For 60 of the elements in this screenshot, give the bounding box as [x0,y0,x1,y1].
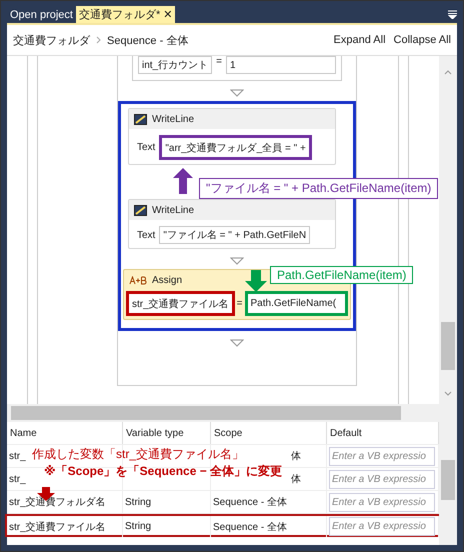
field-label: Text [137,230,156,240]
table-cell-text: str_交通費ファイル名 [9,520,106,534]
equals-sign: = [236,298,243,309]
assign-activity[interactable]: int_行カウント = 1 [132,56,342,81]
table-cell-text: 体 [291,473,301,486]
table-cell: String [125,496,152,508]
annotation-text: ※「Scope」を「Sequence − 全体」に変更 [44,463,282,480]
table-cell-text: 体 [291,450,301,463]
vertical-scrollbar[interactable] [439,422,457,545]
document-tab[interactable]: 交通費フォルダ* ✕ [76,6,176,23]
table-cell: String [125,521,152,532]
variable-field[interactable]: str_交通費ファイル名 [126,291,235,316]
toolbar-link[interactable]: Expand All [334,34,386,46]
default-field[interactable]: Enter a VB expressio [329,517,435,536]
scroll-thumb[interactable] [11,406,401,420]
drop-arrow-icon [230,89,244,97]
writeline-activity[interactable]: WriteLine Text "arr_交通費フォルダ_全員 = " + [128,108,336,165]
variable-field[interactable]: int_行カウント [138,56,212,74]
text-field[interactable]: "ファイル名 = " + Path.GetFileN [159,226,310,244]
breadcrumb-item[interactable]: 交通費フォルダ [13,32,90,48]
scroll-thumb[interactable] [441,322,455,370]
chevron-icon [96,36,101,44]
field-label: Text [137,142,156,153]
writeline-icon [134,204,147,216]
drop-arrow-icon [230,257,244,265]
activity-title: WriteLine [152,114,194,124]
value-field[interactable]: 1 [226,56,336,74]
writeline-activity[interactable]: WriteLine Text "ファイル名 = " + Path.GetFileN [128,199,336,249]
value-field[interactable]: Path.GetFileName( [244,291,348,316]
toolbar-link[interactable]: Collapse All [394,34,451,46]
default-field[interactable]: Enter a VB expressio [329,470,435,488]
equals-sign: = [216,56,222,67]
column-header[interactable]: Variable type [123,422,211,444]
default-field[interactable]: Enter a VB expressio [329,492,435,512]
table-cell: str_ [9,474,26,484]
scroll-down-icon[interactable] [444,391,452,396]
scroll-thumb[interactable] [441,460,455,500]
breadcrumb-item[interactable]: Sequence - 全体 [107,32,188,48]
column-header[interactable]: Scope [211,422,327,444]
assign-icon [129,276,147,284]
document-tab[interactable]: Open project [7,6,76,23]
column-header[interactable]: Name [7,422,123,444]
scroll-up-icon[interactable] [444,70,452,75]
table-cell: str_ [9,450,26,462]
down-arrow [245,270,267,292]
vertical-scrollbar[interactable] [439,56,457,404]
table-cell-text: Sequence - 全体 [213,496,287,509]
text-field[interactable]: "arr_交通費フォルダ_全員 = " + [159,135,312,160]
dropdown-icon[interactable] [448,10,457,19]
activity-title: WriteLine [152,204,194,216]
activity-title: Assign [152,274,182,286]
drop-arrow-icon [230,339,244,347]
callout-label: Path.GetFileName(item) [270,266,414,284]
callout-label: "ファイル名 = " + Path.GetFileName(item) [199,178,438,199]
writeline-icon [134,114,147,124]
horizontal-scrollbar[interactable] [7,404,457,422]
table-cell-text: Sequence - 全体 [213,520,287,534]
default-field[interactable]: Enter a VB expressio [329,446,435,466]
up-arrow [173,168,193,194]
annotation-text: 作成した変数「str_交通費ファイル名」 [32,446,244,463]
